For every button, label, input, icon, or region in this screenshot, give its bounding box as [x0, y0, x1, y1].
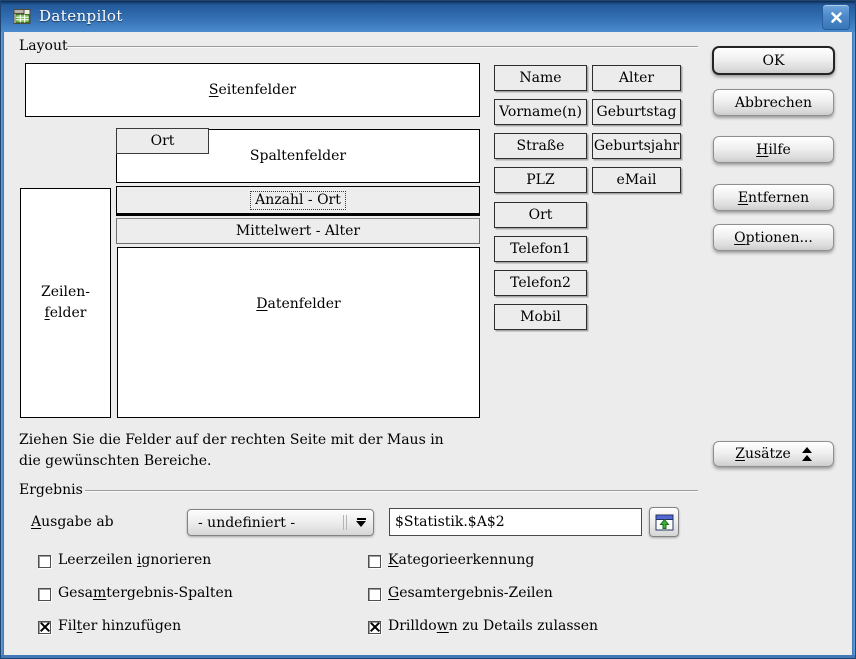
title-bar[interactable]: Datenpilot	[1, 1, 855, 32]
remove-button[interactable]: Entfernen	[713, 184, 834, 211]
spreadsheet-pilot-icon	[13, 8, 32, 25]
options-button[interactable]: Optionen...	[713, 224, 834, 251]
page-fields-label: Seitenfelder	[209, 82, 296, 98]
window-frame-left	[1, 32, 4, 658]
destination-dropdown[interactable]: - undefiniert -	[187, 509, 374, 536]
layout-group-line	[67, 46, 698, 48]
field-button-name[interactable]: Name	[494, 65, 587, 91]
data-fields-area[interactable]: Datenfelder	[117, 247, 480, 418]
row-fields-label-line2: felder	[45, 303, 87, 324]
data-fields-label: Datenfelder	[256, 296, 340, 312]
close-icon[interactable]	[822, 4, 850, 30]
checkbox-label-ignore-empty-rows[interactable]: Leerzeilen ignorieren	[58, 552, 211, 568]
field-button-mobil[interactable]: Mobil	[494, 304, 587, 330]
checkbox-label-total-columns[interactable]: Gesamtergebnis-Spalten	[58, 585, 233, 601]
checkbox-ignore-empty-rows[interactable]	[38, 555, 51, 568]
field-button-telefon2[interactable]: Telefon2	[494, 270, 587, 296]
field-button-ort[interactable]: Ort	[494, 202, 587, 228]
more-button[interactable]: Zusätze	[713, 441, 834, 467]
row-fields-label-line1: Zeilen-	[41, 282, 90, 303]
placed-field-ort[interactable]: Ort	[116, 128, 209, 154]
field-button-telefon1[interactable]: Telefon1	[494, 236, 587, 262]
checkbox-label-total-rows[interactable]: Gesamtergebnis-Zeilen	[388, 585, 553, 601]
checkbox-total-columns[interactable]	[38, 588, 51, 601]
field-button-alter[interactable]: Alter	[592, 65, 681, 91]
shrink-reference-window-icon	[655, 514, 674, 531]
checkbox-total-rows[interactable]	[368, 588, 381, 601]
field-button-geburtsjahr[interactable]: Geburtsjahr	[592, 133, 681, 159]
placed-data-field-mittelwert-alter[interactable]: Mittelwert - Alter	[116, 218, 480, 244]
field-button-geburtstag[interactable]: Geburtstag	[592, 99, 681, 125]
page-fields-area[interactable]: Seitenfelder	[25, 63, 480, 117]
down-arrow-with-bar-icon[interactable]	[349, 518, 373, 527]
column-fields-label: Spaltenfelder	[250, 148, 346, 164]
result-group-line	[85, 490, 698, 492]
window-title: Datenpilot	[39, 7, 123, 25]
field-button-plz[interactable]: PLZ	[494, 167, 587, 193]
destination-dropdown-value: - undefiniert -	[188, 515, 343, 531]
checkbox-label-identify-categories[interactable]: Kategorieerkennung	[388, 552, 534, 568]
help-button[interactable]: Hilfe	[713, 136, 834, 163]
row-fields-area[interactable]: Zeilen- felder	[20, 188, 111, 418]
checkbox-label-enable-drilldown[interactable]: Drilldown zu Details zulassen	[388, 618, 598, 634]
checkbox-add-filter[interactable]	[38, 621, 51, 634]
cancel-button[interactable]: Abbrechen	[713, 89, 834, 116]
reference-input[interactable]	[389, 508, 642, 536]
shrink-reference-button[interactable]	[649, 507, 679, 537]
output-from-label: Ausgabe ab	[31, 514, 114, 530]
instruction-text: Ziehen Sie die Felder auf der rechten Se…	[19, 430, 519, 472]
window-frame-bottom	[1, 655, 855, 658]
double-up-arrow-icon	[802, 446, 812, 462]
checkbox-enable-drilldown[interactable]	[368, 621, 381, 634]
datapilot-dialog: Datenpilot Layout Seitenfelder Spaltenfe…	[0, 0, 856, 659]
ok-button[interactable]: OK	[712, 46, 835, 75]
field-button-vorname[interactable]: Vorname(n)	[494, 99, 587, 125]
checkbox-label-add-filter[interactable]: Filter hinzufügen	[58, 618, 181, 634]
field-button-email[interactable]: eMail	[592, 167, 681, 193]
focus-ring: Anzahl - Ort	[250, 191, 346, 210]
field-button-strasse[interactable]: Straße	[494, 133, 587, 159]
layout-group-label: Layout	[19, 38, 68, 54]
checkbox-identify-categories[interactable]	[368, 555, 381, 568]
placed-data-field-anzahl-ort[interactable]: Anzahl - Ort	[116, 186, 480, 216]
result-group-label: Ergebnis	[19, 482, 83, 498]
window-frame-right	[852, 32, 855, 658]
